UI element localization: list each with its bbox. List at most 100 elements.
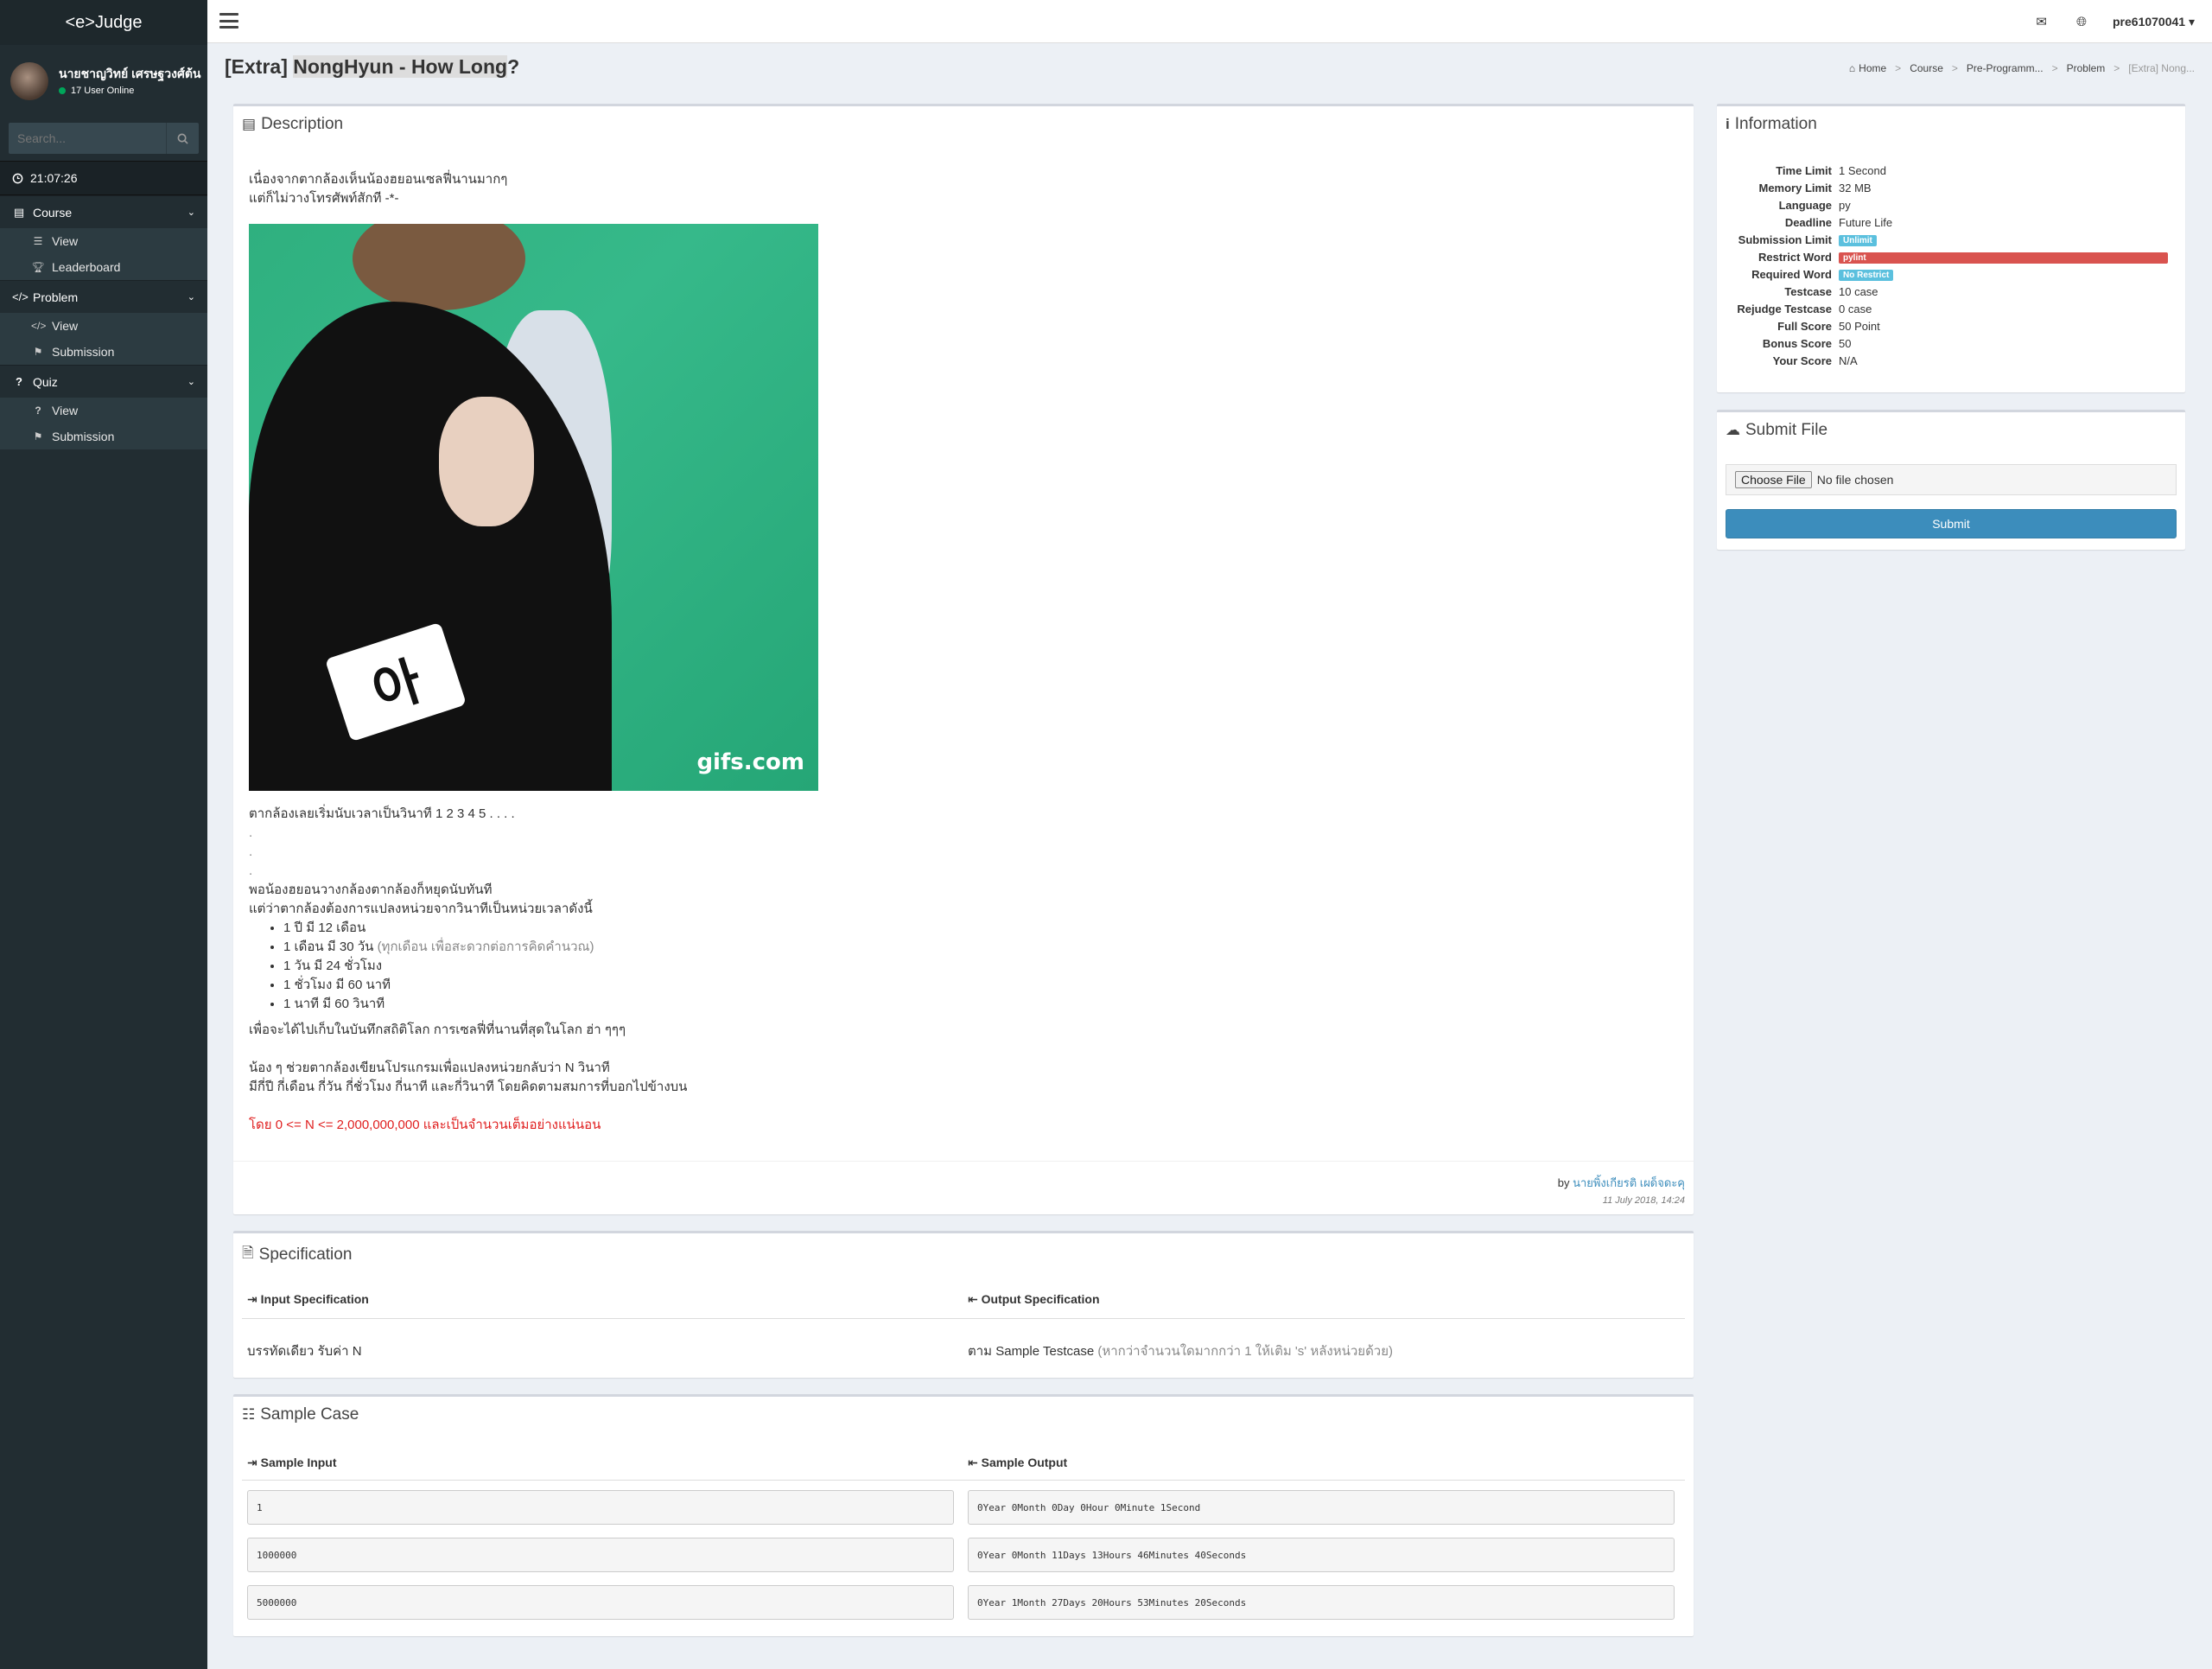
info-key: Deadline [1784,215,1832,229]
sidebar-item-quiz-submission[interactable]: ⚑ Submission [0,424,207,449]
breadcrumb-pre-programming[interactable]: Pre-Programm... [1967,62,2044,74]
user-name: นายชาญวิทย์ เศรษฐวงศ์ต้น [59,67,201,80]
info-row: Submission Limit Unlimit [1717,231,2183,248]
output-spec-note: (หากว่าจำนวนใดมากกว่า 1 ให้เติม 's' หลัง… [1097,1344,1394,1359]
sidebar-item-course-view[interactable]: ☰ View [0,228,207,254]
byline-prefix: by [1557,1176,1573,1189]
list-icon: ☰ [33,235,43,247]
info-value: 1 Second [1839,163,1886,177]
list-item: 1 ชั่วโมง มี 60 นาที [283,976,1545,995]
user-menu[interactable]: pre61070041 ▾ [2113,15,2195,29]
clock: 21:07:26 [0,161,207,195]
sidebar-item-problem-submission[interactable]: ⚑ Submission [0,339,207,365]
question-icon: ? [35,405,41,417]
output-spec-label-text: Output Specification [981,1292,1100,1306]
submit-button[interactable]: Submit [1726,509,2177,538]
status-badge: Unlimit [1839,235,1877,246]
info-row: Restrict Word pylint [1717,248,2183,265]
breadcrumb: ⌂ Home > Course > Pre-Programm... > Problem… [1848,62,2195,74]
info-value: N/A [1839,354,1858,367]
info-value: 50 [1839,336,1852,350]
author-link[interactable]: นายพิ้งเกียรติ เผด็จดะคุ [1573,1176,1685,1189]
page-title-suffix: ? [507,55,520,78]
specification-heading-text: Specification [258,1245,353,1264]
info-key: Required Word [1751,267,1832,281]
sidebar-item-label: Submission [52,345,115,359]
page-title-prefix: [Extra] [225,55,294,78]
sidebar-item-label: View [52,234,79,248]
description-text: แต่ก็ไม่วางโทรศัพท์สักที -*- [249,191,399,206]
info-key: Language [1778,198,1832,212]
globe-icon[interactable]: 🌐︎ [2076,15,2087,29]
sidebar-section-course[interactable]: ▤ Course ⌄ [0,195,207,228]
sample-case-heading: ☷ Sample Case [242,1405,359,1424]
sample-input-1[interactable]: 1 [247,1490,954,1525]
sidebar-item-leaderboard[interactable]: 🏆︎ Leaderboard [0,254,207,280]
input-spec-value: บรรทัดเดียว รับค่า N [247,1344,362,1359]
sidebar-item-quiz-view[interactable]: ? View [0,398,207,424]
sample-output-2[interactable]: 0Year 0Month 11Days 13Hours 46Minutes 40… [968,1538,1675,1572]
sample-output-3[interactable]: 0Year 1Month 27Days 20Hours 53Minutes 20… [968,1585,1675,1620]
envelope-icon[interactable]: ✉ [2036,14,2047,29]
file-input[interactable]: Choose File No file chosen [1726,464,2177,495]
submit-file-box: ☁ Submit File Choose File No file chosen … [1717,410,2185,550]
sidebar-toggle-icon[interactable] [219,13,238,29]
breadcrumb-problem[interactable]: Problem [2067,62,2106,74]
list-ol-icon: ☷ [242,1406,256,1423]
chevron-down-icon: ⌄ [187,292,195,303]
description-text: แต่ว่าตากล้องต้องการแปลงหน่วยจากวินาทีเป… [249,901,593,916]
list-item: 1 นาที มี 60 วินาที [283,995,1545,1014]
question-icon: ? [16,375,22,388]
search-button[interactable] [166,123,199,154]
info-value: 10 case [1839,284,1878,298]
sidebar-section-problem[interactable]: </> Problem ⌄ [0,280,207,313]
sidebar-item-label: Submission [52,430,115,443]
sign-in-icon: ⇥ [247,1292,261,1306]
code-icon: </> [31,320,47,332]
info-row: Time Limit 1 Second [1717,162,2183,179]
information-heading: i Information [1726,115,1817,134]
description-dot: . [249,863,253,878]
sample-case-box: ☷ Sample Case ⇥ Sample Input ⇤ Sample Out… [233,1394,1694,1636]
sidebar-item-label: View [52,404,79,417]
search-icon [177,133,188,144]
sample-output-label-text: Sample Output [981,1456,1068,1469]
sample-output-1[interactable]: 0Year 0Month 0Day 0Hour 0Minute 1Second [968,1490,1675,1525]
chevron-down-icon: ⌄ [187,207,195,218]
info-row: Deadline Future Life [1717,213,2183,231]
sidebar-section-quiz[interactable]: ? Quiz ⌄ [0,365,207,398]
flag-icon: ⚑ [33,346,43,358]
list-alt-icon: ▤ [242,116,257,132]
info-key: Rejudge Testcase [1737,302,1832,315]
info-value: py [1839,198,1851,212]
info-row: Testcase 10 case [1717,283,2183,300]
description-intro: เนื่องจากตากล้องเห็นน้องฮยอนเซลฟี่นานมาก… [249,170,507,208]
description-dot: . [249,825,253,840]
info-key: Restrict Word [1758,250,1832,264]
info-value: 50 Point [1839,319,1880,333]
input-spec-label: ⇥ Input Specification [247,1292,369,1307]
sidebar-item-label: View [52,319,79,333]
info-key: Memory Limit [1758,181,1832,194]
choose-file-button[interactable]: Choose File [1735,471,1812,488]
app-logo[interactable]: <e>Judge [0,0,207,45]
online-status: 17 User Online [59,86,201,96]
sample-input-2[interactable]: 1000000 [247,1538,954,1572]
home-icon: ⌂ [1848,62,1856,74]
info-key: Submission Limit [1738,233,1832,246]
specification-heading: 🗎︎ Specification [242,1242,352,1267]
submit-file-heading: ☁ Submit File [1726,421,1827,440]
info-value: Future Life [1839,215,1893,229]
info-key: Full Score [1777,319,1832,333]
breadcrumb-home[interactable]: Home [1859,62,1886,74]
search-input[interactable] [9,123,166,154]
user-menu-name: pre61070041 [2113,14,2186,29]
user-panel: นายชาญวิทย์ เศรษฐวงศ์ต้น 17 User Online [0,45,207,118]
sample-input-3[interactable]: 5000000 [247,1585,954,1620]
information-box: i Information Time Limit 1 Second Memory L… [1717,104,2185,392]
description-heading: ▤ Description [242,115,343,134]
breadcrumb-course[interactable]: Course [1910,62,1943,74]
problem-gif-image: 아 gifs.com [249,224,818,791]
list-item: 1 วัน มี 24 ชั่วโมง [283,957,1545,976]
sidebar-item-problem-view[interactable]: </> View [0,313,207,339]
